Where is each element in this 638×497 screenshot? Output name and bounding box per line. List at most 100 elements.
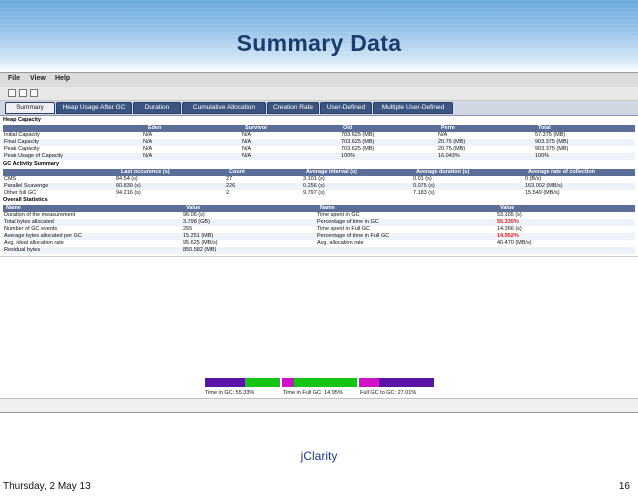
full-gc-bar-segment (282, 378, 294, 387)
cell: N/A (242, 132, 252, 138)
status-strip (0, 398, 638, 413)
gc-activity-header: Last occurence (s) Count Average interva… (3, 169, 635, 176)
stat-name: Total bytes allocated (4, 219, 54, 225)
cell: 100% (341, 153, 356, 159)
table-row: Avg. ideal allocation rate 95.625 (MB/s)… (3, 240, 635, 247)
col-header: Average interval (s) (306, 169, 357, 175)
cell: 16.043% (438, 153, 460, 159)
jclarity-logo: jClarity (300, 449, 338, 463)
stat-name: Time spent in GC (317, 212, 360, 218)
tab-cumulative-allocation[interactable]: Cumulative Allocation (182, 102, 266, 114)
open-icon[interactable] (8, 89, 16, 97)
overall-stats-header: Name Value Name Value (3, 205, 635, 212)
table-row: Peak Capacity N/A N/A 703.625 (MB) 20.75… (3, 146, 635, 153)
col-header: Value (500, 205, 515, 211)
gc-activity-title: GC Activity Summary (3, 161, 635, 168)
cell: 903.375 (MB) (535, 146, 569, 152)
cell: 703.625 (MB) (341, 132, 375, 138)
cell: 84.54 (s) (116, 176, 138, 182)
table-row: Average bytes allocated per GC 15.251 (M… (3, 233, 635, 240)
cell: 94.216 (s) (116, 190, 141, 196)
col-header: Last occurence (s) (121, 169, 170, 175)
stat-name: Duration of the measurement (4, 212, 76, 218)
tab-duration[interactable]: Duration (133, 102, 181, 114)
stat-name: Number of GC events (4, 226, 58, 232)
tab-user-defined[interactable]: User-Defined (320, 102, 372, 114)
divider (0, 256, 638, 257)
menu-view[interactable]: View (30, 75, 46, 82)
stat-value-highlight: 55.335% (497, 219, 519, 225)
stat-value: 15.251 (MB) (183, 233, 214, 239)
stat-value: 14.366 (s) (497, 226, 522, 232)
stat-name: Average bytes allocated per GC (4, 233, 82, 239)
stat-value: 96.06 (s) (183, 212, 205, 218)
stat-name: Time spent in Full GC (317, 226, 370, 232)
col-header: Total (538, 125, 551, 131)
refresh-icon[interactable] (19, 89, 27, 97)
menu-file[interactable]: File (8, 75, 20, 82)
row-label: Peak Capacity (4, 146, 40, 152)
col-header: Value (186, 205, 201, 211)
row-label: Parallel Scavenge (4, 183, 49, 189)
table-row: Peak Usage of Capacity N/A N/A 100% 16.0… (3, 153, 635, 160)
tab-creation-rate[interactable]: Creation Rate (267, 102, 319, 114)
cell: N/A (242, 146, 252, 152)
stat-value: 95.625 (MB/s) (183, 240, 218, 246)
tab-heap-usage-after-gc[interactable]: Heap Usage After GC (56, 102, 132, 114)
stat-name: Percentage of time in Full GC (317, 233, 390, 239)
row-label: Other full GC (4, 190, 37, 196)
gc-time-bar-segment (205, 378, 245, 387)
stat-name: Avg. ideal allocation rate (4, 240, 64, 246)
stat-value: 40.470 (MB/s) (497, 240, 532, 246)
cell: 0.01 (s) (413, 176, 432, 182)
col-header: Average duration (s) (416, 169, 470, 175)
col-header: Name (320, 205, 335, 211)
cell: 226 (226, 183, 236, 189)
cell: N/A (242, 153, 252, 159)
page-number: 16 (618, 481, 630, 492)
full-gc-bar-segment (294, 378, 357, 387)
cell: 9.797 (s) (303, 190, 325, 196)
col-header: Eden (148, 125, 162, 131)
stat-value-highlight: 14.952% (497, 233, 519, 239)
footer-date: Thursday, 2 May 13 (3, 481, 91, 492)
tab-summary[interactable]: Summary (5, 102, 55, 114)
full-gc-to-gc-bar-segment (379, 378, 434, 387)
col-header: Survivor (245, 125, 268, 131)
cell: 20.75 (MB) (438, 139, 466, 145)
stat-value: 850.582 (MB) (183, 247, 217, 253)
cell: N/A (438, 132, 448, 138)
menu-bar: File View Help (0, 73, 638, 87)
cell: 20.75 (MB) (438, 146, 466, 152)
table-row: Other full GC 94.216 (s) 2 9.797 (s) 7.1… (3, 190, 635, 197)
cell: 7.183 (s) (413, 190, 435, 196)
table-row: CMS 84.54 (s) 27 3.101 (s) 0.01 (s) 0 (B… (3, 176, 635, 183)
heap-capacity-header: Eden Survivor Old Perm Total (3, 125, 635, 132)
col-header: Name (6, 205, 21, 211)
export-icon[interactable] (30, 89, 38, 97)
col-header: Count (229, 169, 245, 175)
cell: 703.625 (MB) (341, 146, 375, 152)
cell: 2 (226, 190, 230, 196)
slide-title: Summary Data (236, 30, 402, 56)
stat-value: 255 (183, 226, 193, 232)
row-label: Final Capacity (4, 139, 39, 145)
menu-help[interactable]: Help (55, 75, 70, 82)
table-row: Residual bytes 850.582 (MB) (3, 247, 635, 254)
gc-time-label: Time in GC: 55.33% (205, 390, 255, 396)
stat-value: 53.165 (s) (497, 212, 522, 218)
stat-name: Residual bytes (4, 247, 41, 253)
cell: 903.375 (MB) (535, 139, 569, 145)
cell: 0.075 (s) (413, 183, 435, 189)
col-header: Old (343, 125, 353, 131)
table-row: Number of GC events 255 Time spent in Fu… (3, 226, 635, 233)
cell: N/A (143, 139, 153, 145)
table-row: Duration of the measurement 96.06 (s) Ti… (3, 212, 635, 219)
cell: 703.625 (MB) (341, 139, 375, 145)
stat-name: Percentage of time in GC (317, 219, 379, 225)
cell: 15.549 (MB/s) (525, 190, 560, 196)
cell: N/A (143, 153, 153, 159)
tab-multiple-user-defined[interactable]: Multiple User-Defined (373, 102, 453, 114)
heap-capacity-title: Heap Capacity (3, 117, 635, 124)
cell: 100% (535, 153, 550, 159)
